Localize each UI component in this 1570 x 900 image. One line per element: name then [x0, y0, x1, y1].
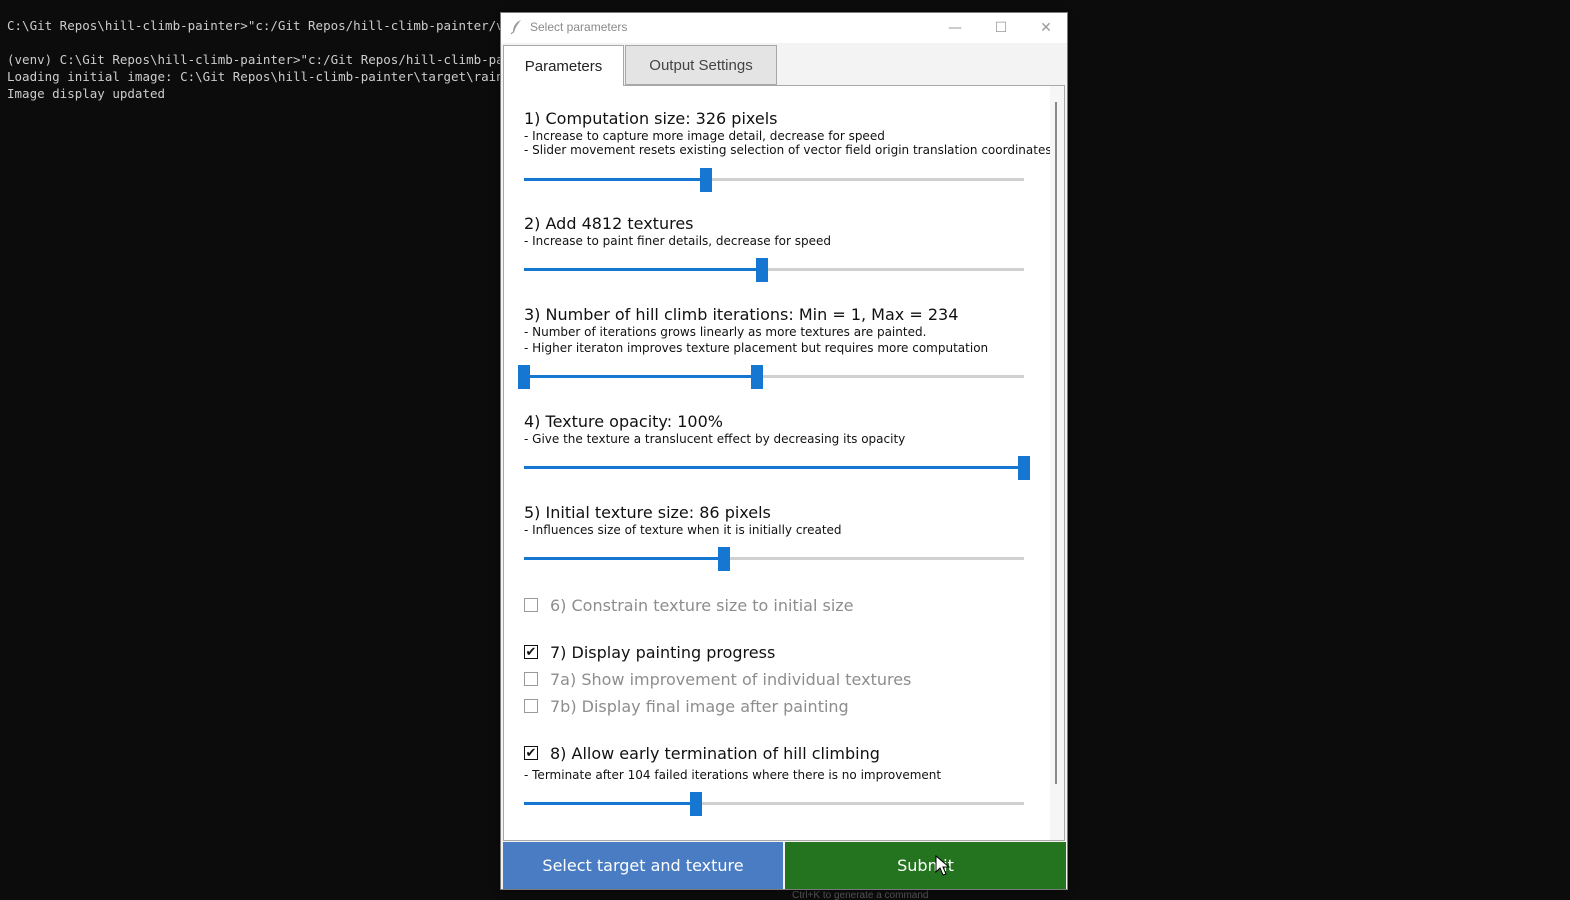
slider-thumb[interactable] [690, 792, 702, 816]
terminal-line-5: Image display updated [7, 86, 166, 101]
initial-texture-size-heading: 5) Initial texture size: 86 pixels [524, 503, 771, 522]
slider-fill [524, 466, 1024, 469]
slider-fill [524, 268, 762, 271]
early-termination-slider[interactable] [524, 792, 1024, 816]
checkbox-label: 7) Display painting progress [550, 642, 776, 662]
checkbox-box[interactable] [524, 598, 538, 612]
early-termination-checkbox[interactable]: ✔ 8) Allow early termination of hill cli… [524, 743, 880, 763]
slider-thumb[interactable] [700, 168, 712, 192]
checkbox-label: 6) Constrain texture size to initial siz… [550, 595, 854, 615]
textures-count-desc: - Increase to paint finer details, decre… [524, 234, 831, 248]
vertical-scrollbar[interactable] [1050, 86, 1064, 840]
parameters-panel: 1) Computation size: 326 pixels - Increa… [503, 85, 1065, 841]
checkbox-label: 7b) Display final image after painting [550, 696, 849, 716]
slider-thumb[interactable] [1018, 456, 1030, 480]
constrain-texture-size-checkbox[interactable]: 6) Constrain texture size to initial siz… [524, 595, 854, 615]
title-bar[interactable]: Select parameters — ☐ ✕ [501, 13, 1067, 43]
hill-climb-iterations-heading: 3) Number of hill climb iterations: Min … [524, 305, 959, 324]
slider-max-thumb[interactable] [751, 365, 763, 389]
computation-size-desc-2: - Slider movement resets existing select… [524, 143, 1052, 157]
checkbox-label: 7a) Show improvement of individual textu… [550, 669, 912, 689]
maximize-button[interactable]: ☐ [978, 13, 1024, 43]
slider-fill [524, 375, 757, 378]
hill-climb-iterations-range-slider[interactable] [518, 365, 1024, 389]
texture-opacity-heading: 4) Texture opacity: 100% [524, 412, 723, 431]
scrollbar-thumb[interactable] [1055, 102, 1057, 784]
close-icon: ✕ [1040, 20, 1052, 36]
slider-fill [524, 802, 696, 805]
show-improvement-checkbox[interactable]: 7a) Show improvement of individual textu… [524, 669, 911, 689]
slider-fill [524, 178, 706, 181]
textures-count-slider[interactable] [524, 258, 1024, 282]
hill-climb-iterations-desc-1: - Number of iterations grows linearly as… [524, 325, 927, 339]
maximize-icon: ☐ [994, 20, 1008, 36]
tab-parameters[interactable]: Parameters [503, 45, 624, 86]
checkbox-box[interactable] [524, 699, 538, 713]
terminal-line-4: Loading initial image: C:\Git Repos\hill… [7, 69, 542, 84]
terminal-line-3: (venv) C:\Git Repos\hill-climb-painter>"… [7, 52, 542, 67]
slider-fill [524, 557, 724, 560]
submit-button[interactable]: Submit [785, 842, 1066, 889]
display-painting-progress-checkbox[interactable]: ✔ 7) Display painting progress [524, 642, 775, 662]
initial-texture-size-desc: - Influences size of texture when it is … [524, 523, 842, 537]
slider-thumb[interactable] [756, 258, 768, 282]
minimize-icon: — [948, 20, 962, 36]
terminal-line-1: C:\Git Repos\hill-climb-painter>"c:/Git … [7, 18, 542, 33]
display-final-image-checkbox[interactable]: 7b) Display final image after painting [524, 696, 849, 716]
minimize-button[interactable]: — [932, 13, 978, 43]
feather-icon [510, 20, 521, 35]
checkbox-box[interactable] [524, 672, 538, 686]
slider-thumb[interactable] [718, 547, 730, 571]
computation-size-heading: 1) Computation size: 326 pixels [524, 109, 778, 128]
window-title: Select parameters [530, 20, 628, 34]
computation-size-slider[interactable] [524, 168, 1024, 192]
texture-opacity-slider[interactable] [524, 456, 1030, 480]
close-button[interactable]: ✕ [1023, 13, 1069, 43]
texture-opacity-desc: - Give the texture a translucent effect … [524, 432, 906, 446]
initial-texture-size-slider[interactable] [524, 547, 1024, 571]
tab-output-settings[interactable]: Output Settings [625, 45, 777, 85]
checkbox-label: 8) Allow early termination of hill climb… [550, 743, 880, 763]
checkbox-box[interactable]: ✔ [524, 746, 538, 760]
computation-size-desc-1: - Increase to capture more image detail,… [524, 129, 885, 143]
select-parameters-window: Select parameters — ☐ ✕ Parameters Outpu… [500, 12, 1068, 890]
checkbox-box[interactable]: ✔ [524, 645, 538, 659]
early-termination-desc: - Terminate after 104 failed iterations … [524, 768, 942, 782]
select-target-texture-button[interactable]: Select target and texture [503, 842, 783, 889]
hill-climb-iterations-desc-2: - Higher iteraton improves texture place… [524, 341, 989, 355]
textures-count-heading: 2) Add 4812 textures [524, 214, 694, 233]
slider-min-thumb[interactable] [518, 365, 530, 389]
